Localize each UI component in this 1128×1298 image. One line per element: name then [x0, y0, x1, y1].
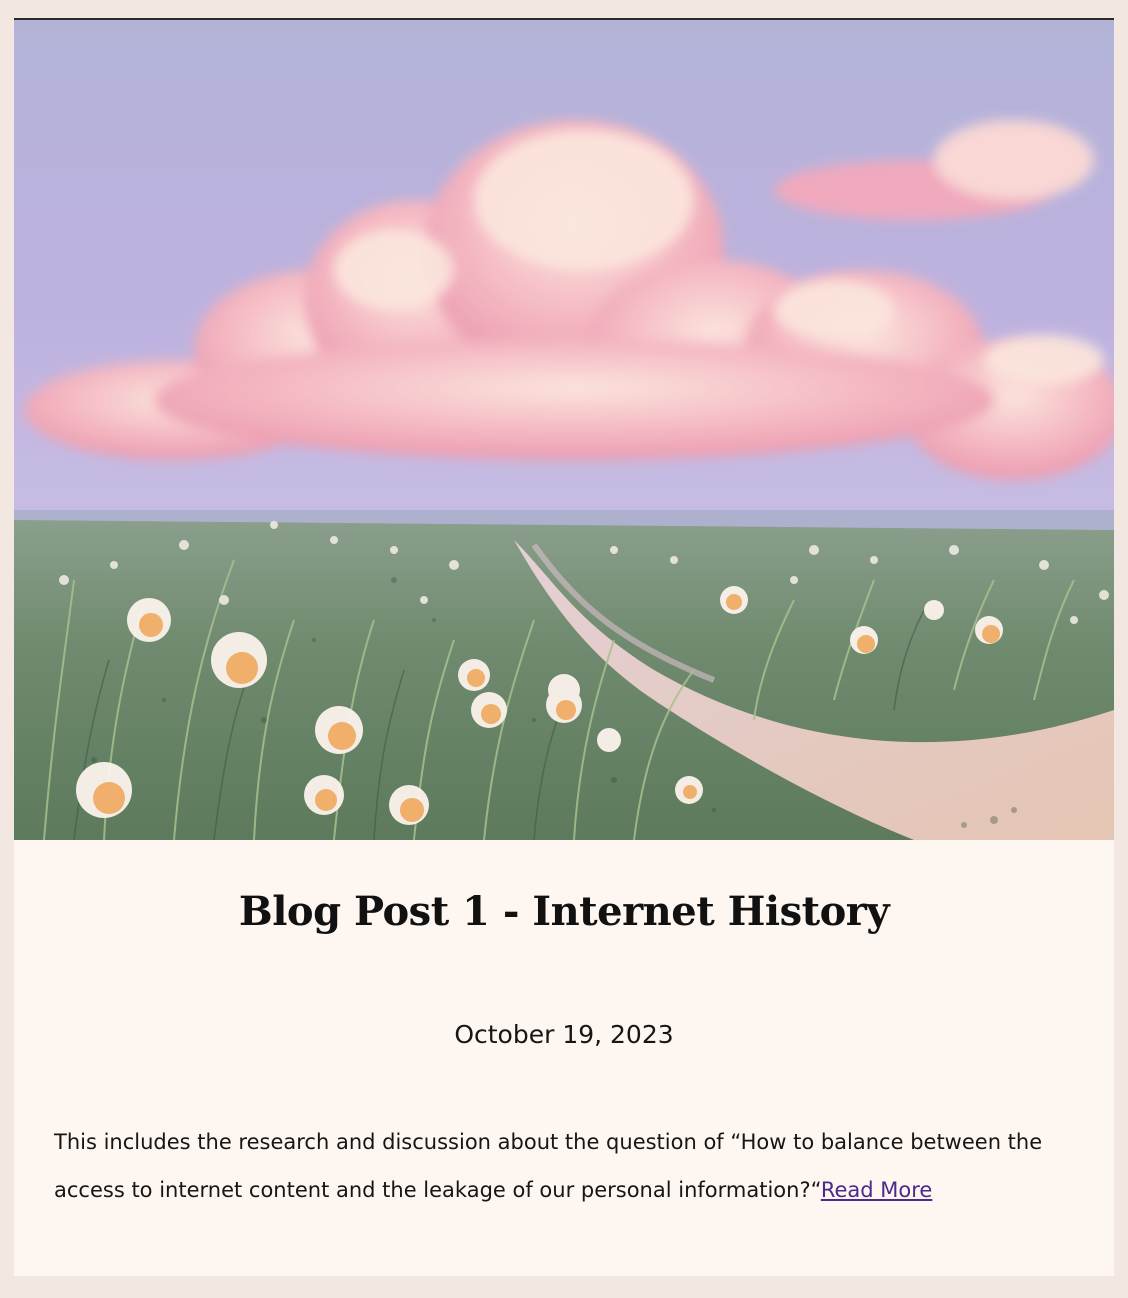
post-date: October 19, 2023	[454, 1020, 674, 1049]
post-title: Blog Post 1 - Internet History	[238, 888, 890, 935]
post-excerpt: This includes the research and discussio…	[54, 1118, 1084, 1214]
blog-post-card: Blog Post 1 - Internet History October 1…	[14, 18, 1114, 1276]
read-more-link[interactable]: Read More	[821, 1178, 933, 1202]
hero-image	[14, 20, 1114, 840]
